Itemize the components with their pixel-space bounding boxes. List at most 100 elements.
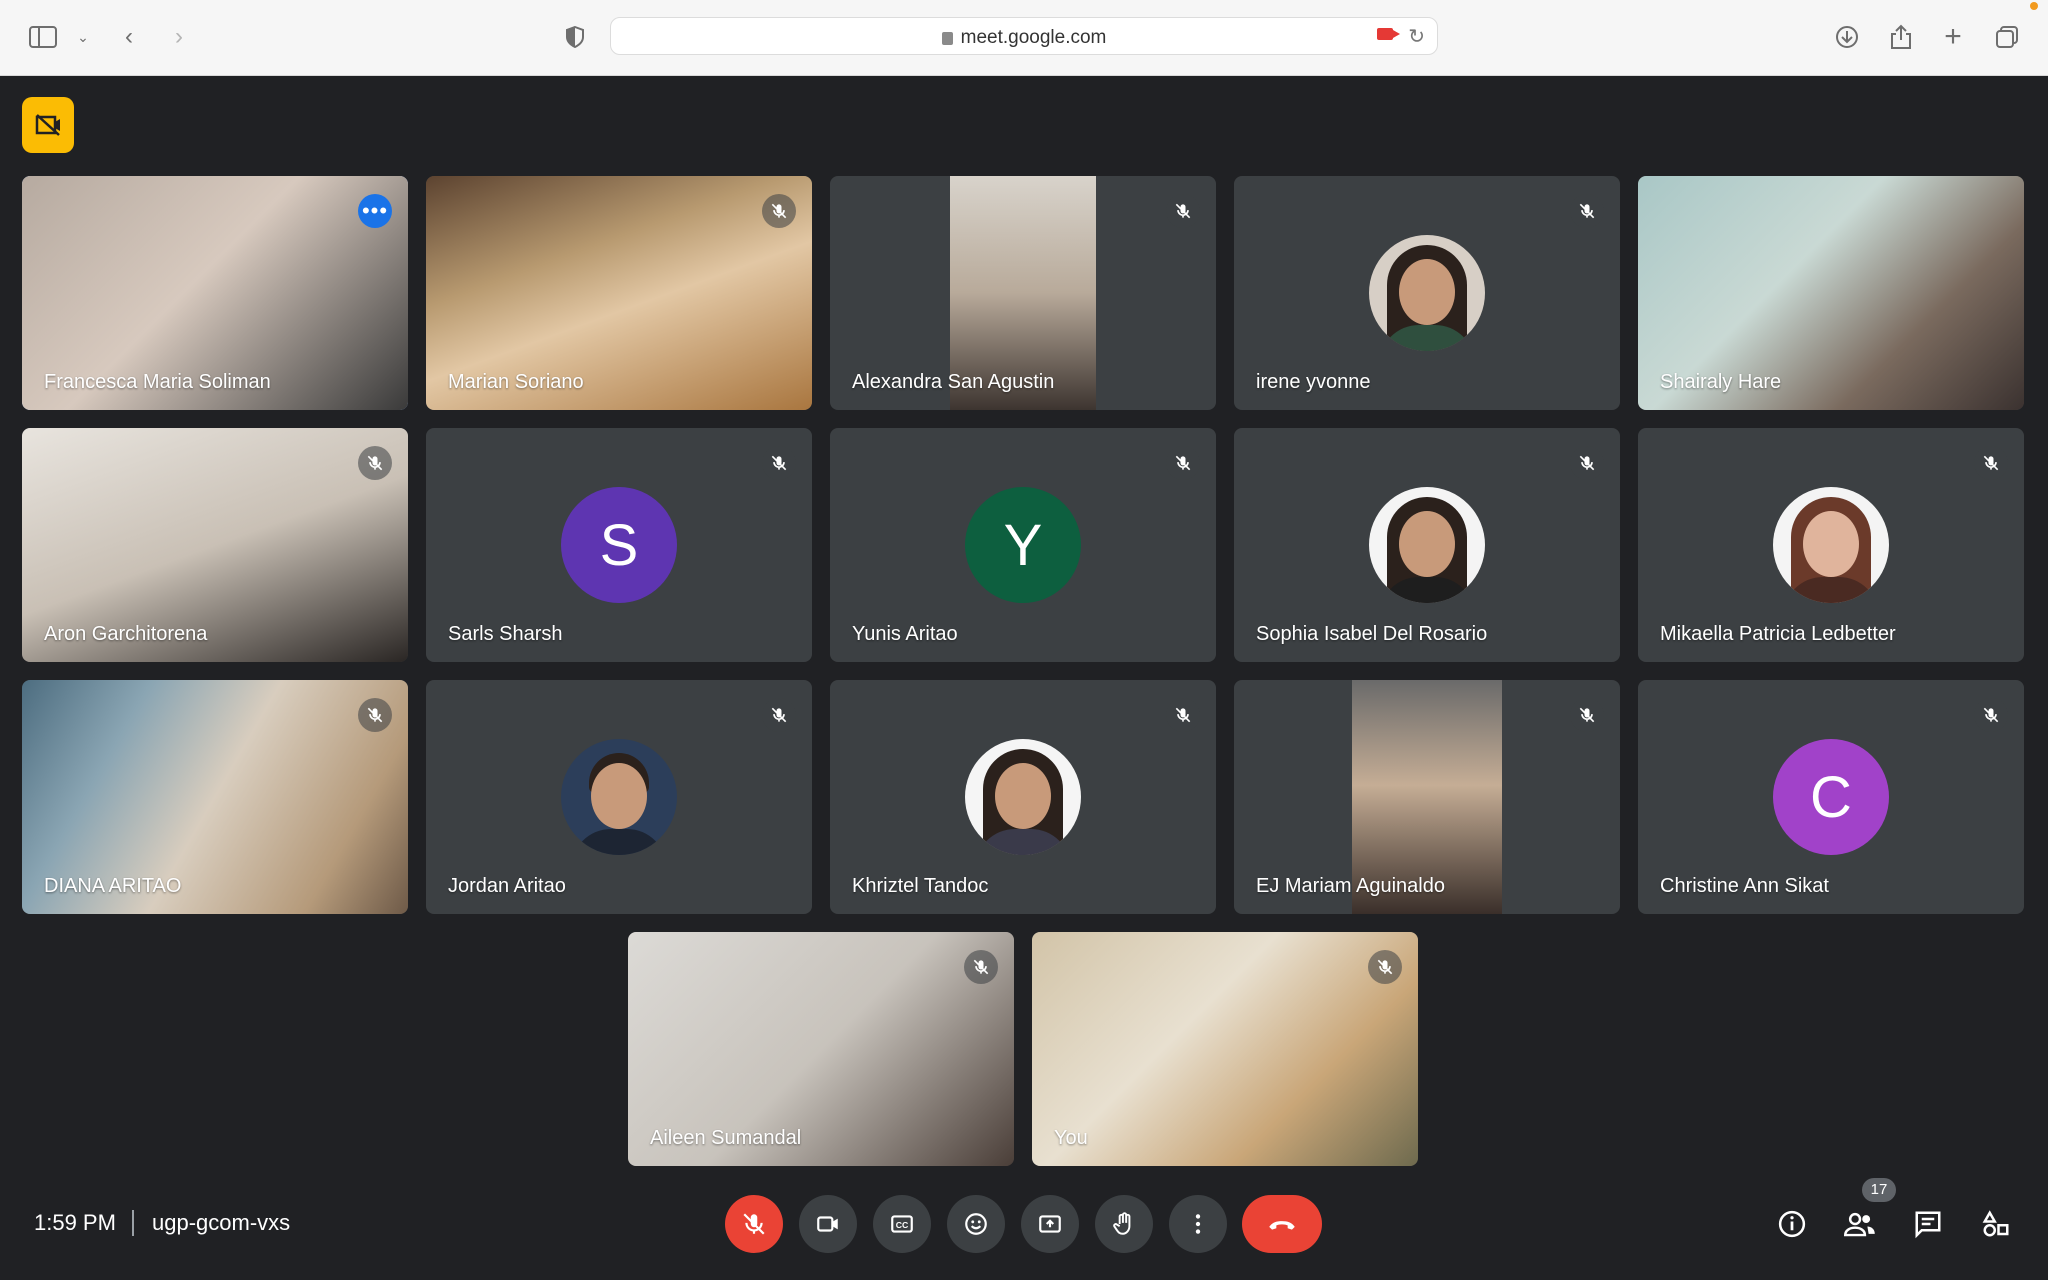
camera-toggle-button[interactable] bbox=[799, 1195, 857, 1253]
participant-avatar bbox=[1369, 487, 1485, 603]
mic-muted-icon bbox=[1570, 446, 1604, 480]
participant-name: EJ Mariam Aguinaldo bbox=[1256, 875, 1445, 897]
mic-off-icon bbox=[743, 1213, 765, 1235]
mic-muted-icon bbox=[1570, 698, 1604, 732]
divider bbox=[132, 1210, 134, 1236]
captions-button[interactable]: CC bbox=[873, 1195, 931, 1253]
participant-tile-self[interactable]: You bbox=[1032, 932, 1418, 1166]
participant-tile[interactable]: S Sarls Sharsh bbox=[426, 428, 812, 662]
participant-name: Christine Ann Sikat bbox=[1660, 875, 1829, 897]
participant-tile[interactable]: Marian Soriano bbox=[426, 176, 812, 410]
participant-tile[interactable]: Sophia Isabel Del Rosario bbox=[1234, 428, 1620, 662]
browser-toolbar: ⌄ ‹ › meet.google.com ↻ + bbox=[0, 0, 2048, 76]
captions-icon: CC bbox=[891, 1215, 913, 1233]
sidebar-toggle-icon[interactable] bbox=[26, 20, 60, 54]
participant-avatar bbox=[561, 739, 677, 855]
present-icon bbox=[1039, 1215, 1061, 1233]
participant-avatar bbox=[1773, 487, 1889, 603]
mic-muted-icon bbox=[1974, 446, 2008, 480]
participant-count-badge: 17 bbox=[1862, 1178, 1896, 1202]
mic-muted-icon bbox=[1166, 446, 1200, 480]
notification-dot bbox=[2030, 2, 2038, 10]
participant-tile[interactable]: DIANA ARITAO bbox=[22, 680, 408, 914]
present-screen-button[interactable] bbox=[1021, 1195, 1079, 1253]
participant-name: You bbox=[1054, 1127, 1088, 1149]
mic-muted-icon bbox=[1368, 950, 1402, 984]
meeting-time: 1:59 PM bbox=[34, 1210, 116, 1235]
participant-tile[interactable]: Aron Garchitorena bbox=[22, 428, 408, 662]
chevron-down-icon[interactable]: ⌄ bbox=[66, 20, 100, 54]
video-feed bbox=[1032, 932, 1418, 1166]
svg-text:CC: CC bbox=[896, 1220, 909, 1230]
mic-muted-icon bbox=[358, 698, 392, 732]
more-options-button[interactable] bbox=[1169, 1195, 1227, 1253]
tab-overview-icon[interactable] bbox=[1990, 20, 2024, 54]
participant-tile[interactable]: EJ Mariam Aguinaldo bbox=[1234, 680, 1620, 914]
activities-icon bbox=[1982, 1210, 2009, 1237]
participant-name: DIANA ARITAO bbox=[44, 875, 182, 897]
participant-name: Jordan Aritao bbox=[448, 875, 566, 897]
url-text: meet.google.com bbox=[960, 27, 1107, 48]
leave-call-button[interactable] bbox=[1242, 1195, 1322, 1253]
participant-tile[interactable]: Khriztel Tandoc bbox=[830, 680, 1216, 914]
participant-name: Sophia Isabel Del Rosario bbox=[1256, 623, 1488, 645]
more-options-button[interactable]: ••• bbox=[358, 194, 392, 228]
participant-name: Alexandra San Agustin bbox=[852, 371, 1055, 393]
download-icon[interactable] bbox=[1830, 20, 1864, 54]
participant-avatar: Y bbox=[965, 487, 1081, 603]
participant-name: Aron Garchitorena bbox=[44, 623, 208, 645]
share-icon[interactable] bbox=[1884, 20, 1918, 54]
participant-tile[interactable]: Shairaly Hare bbox=[1638, 176, 2024, 410]
mic-muted-icon bbox=[1570, 194, 1604, 228]
participant-tile[interactable]: Mikaella Patricia Ledbetter bbox=[1638, 428, 2024, 662]
meeting-code: ugp-gcom-vxs bbox=[152, 1210, 291, 1235]
mic-muted-icon bbox=[762, 446, 796, 480]
participant-tile[interactable]: irene yvonne bbox=[1234, 176, 1620, 410]
back-icon[interactable]: ‹ bbox=[112, 20, 146, 54]
participant-name: Marian Soriano bbox=[448, 371, 584, 393]
hand-icon bbox=[1113, 1212, 1131, 1235]
participant-tile[interactable]: Aileen Sumandal bbox=[628, 932, 1014, 1166]
participant-tile[interactable]: ••• Francesca Maria Soliman bbox=[22, 176, 408, 410]
reload-icon[interactable]: ↻ bbox=[1408, 24, 1425, 49]
chat-icon bbox=[1915, 1211, 1941, 1239]
meeting-details-button[interactable] bbox=[1774, 1206, 1810, 1242]
lock-icon bbox=[941, 32, 953, 45]
mic-muted-icon bbox=[964, 950, 998, 984]
mic-muted-icon bbox=[358, 446, 392, 480]
participant-name: Yunis Aritao bbox=[852, 623, 958, 645]
new-tab-icon[interactable]: + bbox=[1936, 20, 1970, 54]
participant-name: Mikaella Patricia Ledbetter bbox=[1660, 623, 1896, 645]
participant-name: Shairaly Hare bbox=[1660, 371, 1782, 393]
camera-icon bbox=[817, 1216, 838, 1232]
mic-muted-icon bbox=[1974, 698, 2008, 732]
people-button[interactable] bbox=[1842, 1206, 1878, 1242]
forward-icon[interactable]: › bbox=[162, 20, 196, 54]
address-bar[interactable]: meet.google.com ↻ bbox=[610, 17, 1438, 55]
emoji-reactions-button[interactable] bbox=[947, 1195, 1005, 1253]
participant-tile[interactable]: Y Yunis Aritao bbox=[830, 428, 1216, 662]
camera-in-use-icon[interactable] bbox=[1377, 28, 1400, 40]
participant-avatar bbox=[965, 739, 1081, 855]
hang-up-icon bbox=[1269, 1221, 1295, 1230]
activities-button[interactable] bbox=[1978, 1206, 2014, 1242]
participant-tile[interactable]: Alexandra San Agustin bbox=[830, 176, 1216, 410]
participant-avatar bbox=[1369, 235, 1485, 351]
mic-muted-icon bbox=[1166, 698, 1200, 732]
chat-button[interactable] bbox=[1910, 1206, 1946, 1242]
privacy-shield-icon[interactable] bbox=[558, 20, 592, 54]
participant-tile[interactable]: C Christine Ann Sikat bbox=[1638, 680, 2024, 914]
mic-toggle-button[interactable] bbox=[725, 1195, 783, 1253]
participant-name: Francesca Maria Soliman bbox=[44, 371, 271, 393]
mic-muted-icon bbox=[762, 194, 796, 228]
participant-name: irene yvonne bbox=[1256, 371, 1371, 393]
participant-avatar: C bbox=[1773, 739, 1889, 855]
info-icon bbox=[1778, 1210, 1806, 1238]
participant-tile[interactable]: Jordan Aritao bbox=[426, 680, 812, 914]
raise-hand-button[interactable] bbox=[1095, 1195, 1153, 1253]
video-off-badge[interactable] bbox=[22, 97, 74, 153]
emoji-icon bbox=[965, 1213, 987, 1235]
participant-name: Aileen Sumandal bbox=[650, 1127, 802, 1149]
people-icon bbox=[1844, 1212, 1875, 1237]
participant-name: Sarls Sharsh bbox=[448, 623, 563, 645]
